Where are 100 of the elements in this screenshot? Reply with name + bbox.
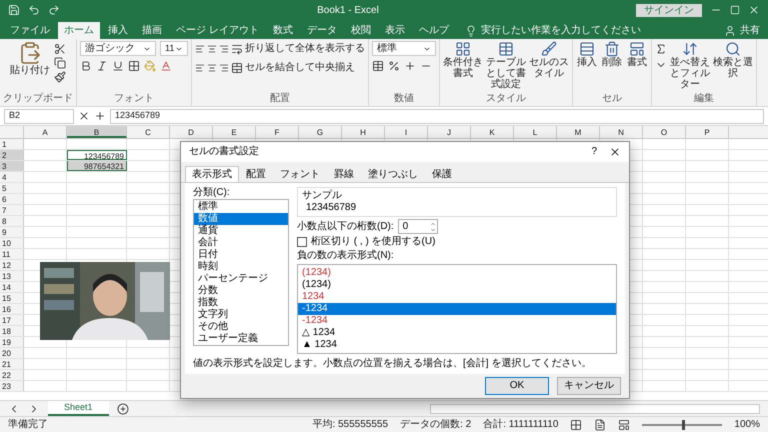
ribbon-tab[interactable]: 校閲 [344,22,377,39]
category-item[interactable]: 指数 [194,297,288,309]
name-box[interactable]: B2 [4,108,74,124]
category-item[interactable]: 日付 [194,249,288,261]
column-header[interactable]: G [299,126,342,138]
font-name-field[interactable]: 游ゴシック [80,41,156,56]
dialog-tab[interactable]: 表示形式 [185,166,239,182]
dialog-tab[interactable]: フォント [273,166,327,182]
ribbon-tab[interactable]: ヘルプ [412,22,455,39]
ribbon-tab[interactable]: ファイル [4,22,56,39]
column-header[interactable]: M [557,126,600,138]
negative-format-item[interactable]: △ 1234 [298,327,616,339]
number-format-field[interactable]: 標準 [372,41,436,56]
column-header[interactable]: I [385,126,428,138]
align-center-icon[interactable] [207,62,217,72]
row-header[interactable]: 15 [0,293,24,303]
row-header[interactable]: 23 [0,381,24,391]
column-header[interactable]: O [643,126,686,138]
row-header[interactable]: 13 [0,271,24,281]
category-item[interactable]: 通貨 [194,225,288,237]
category-item[interactable]: 分数 [194,285,288,297]
column-header[interactable]: E [213,126,256,138]
row-header[interactable]: 17 [0,315,24,325]
negative-format-item[interactable]: ▲ 1234 [298,339,616,351]
borders-icon[interactable] [128,60,140,72]
row-header[interactable]: 21 [0,359,24,369]
ribbon-tab[interactable]: ページ レイアウト [170,22,265,39]
merge-center-button[interactable]: セルを結合して中央揃え [231,60,355,75]
row-header[interactable]: 1 [0,139,24,149]
column-header[interactable]: N [600,126,643,138]
category-item[interactable]: 標準 [194,201,288,213]
align-right-icon[interactable] [219,62,229,72]
fill-color-icon[interactable] [144,60,156,72]
align-left-icon[interactable] [195,62,205,72]
save-icon[interactable] [8,4,20,16]
column-header[interactable]: C [127,126,170,138]
page-layout-icon[interactable] [594,418,606,430]
ribbon-tab[interactable]: 挿入 [102,22,134,39]
italic-icon[interactable] [96,60,108,72]
ribbon-tab[interactable]: ホーム [58,22,100,39]
column-header[interactable]: D [170,126,213,138]
add-sheet-icon[interactable] [116,402,129,414]
row-header[interactable]: 9 [0,227,24,237]
negative-format-item[interactable]: -1234 [298,315,616,327]
formula-field[interactable]: 123456789 [110,108,764,124]
row-header[interactable]: 8 [0,216,24,226]
column-header[interactable]: H [342,126,385,138]
dialog-tab[interactable]: 塗りつぶし [361,166,425,182]
font-color-icon[interactable] [160,60,172,72]
paste-button[interactable]: 貼り付け [10,41,50,76]
ribbon-button[interactable]: 並べ替えとフィルター [670,41,710,90]
row-header[interactable]: 19 [0,337,24,347]
category-item[interactable]: 文字列 [194,309,288,321]
ribbon-button[interactable]: 削除 [601,41,623,68]
table-cell[interactable]: 123456789 [67,150,127,160]
category-item[interactable]: パーセンテージ [194,273,288,285]
ribbon-tab[interactable]: 数式 [266,22,299,39]
wrap-text-button[interactable]: 折り返して全体を表示する [231,41,365,56]
row-header[interactable]: 5 [0,183,24,193]
category-item[interactable]: その他 [194,321,288,333]
ribbon-tab[interactable]: データ [300,22,343,39]
ribbon-button[interactable]: セルのスタイル [529,41,569,79]
column-header[interactable]: F [256,126,299,138]
dialog-tab[interactable]: 配置 [239,166,273,182]
font-size-field[interactable]: 11 [160,41,188,56]
row-header[interactable]: 22 [0,370,24,380]
table-cell[interactable]: 987654321 [67,161,127,171]
separator-checkbox[interactable] [297,237,307,247]
column-header[interactable]: J [428,126,471,138]
column-header[interactable]: K [471,126,514,138]
bold-icon[interactable] [80,60,92,72]
percent-icon[interactable] [388,60,400,72]
dialog-tab[interactable]: 罫線 [327,166,361,182]
normal-view-icon[interactable] [570,418,582,430]
row-header[interactable]: 2 [0,150,24,160]
help-button[interactable]: ? [591,146,597,158]
maximize-icon[interactable] [730,5,740,15]
zoom-thumb[interactable] [682,420,686,430]
ribbon-tab[interactable]: 描画 [136,22,168,39]
ribbon-button[interactable]: 検索と選択 [713,41,753,79]
signin-button[interactable]: サインイン [636,4,702,16]
row-header[interactable]: 10 [0,238,24,248]
dialog-tab[interactable]: 保護 [425,166,459,182]
column-header[interactable]: L [514,126,557,138]
negative-format-item[interactable]: (1234) [298,279,616,291]
zoom-level[interactable]: 100% [734,417,760,432]
row-header[interactable]: 18 [0,326,24,336]
category-item[interactable]: 数値 [194,213,288,225]
format-painter-icon[interactable] [54,71,66,83]
category-item[interactable]: 時刻 [194,261,288,273]
close-icon[interactable] [609,146,621,158]
ribbon-button[interactable]: 条件付き書式 [443,41,483,79]
share-button[interactable]: 共有 [724,22,764,39]
cancel-icon[interactable] [78,110,90,122]
enter-icon[interactable] [94,110,106,122]
undo-icon[interactable] [28,4,40,16]
row-header[interactable]: 3 [0,161,24,171]
decimals-spinner[interactable]: 0 [398,219,438,234]
tell-me-field[interactable]: 実行したい作業を入力してください [464,22,641,39]
column-header[interactable]: B [67,126,127,138]
